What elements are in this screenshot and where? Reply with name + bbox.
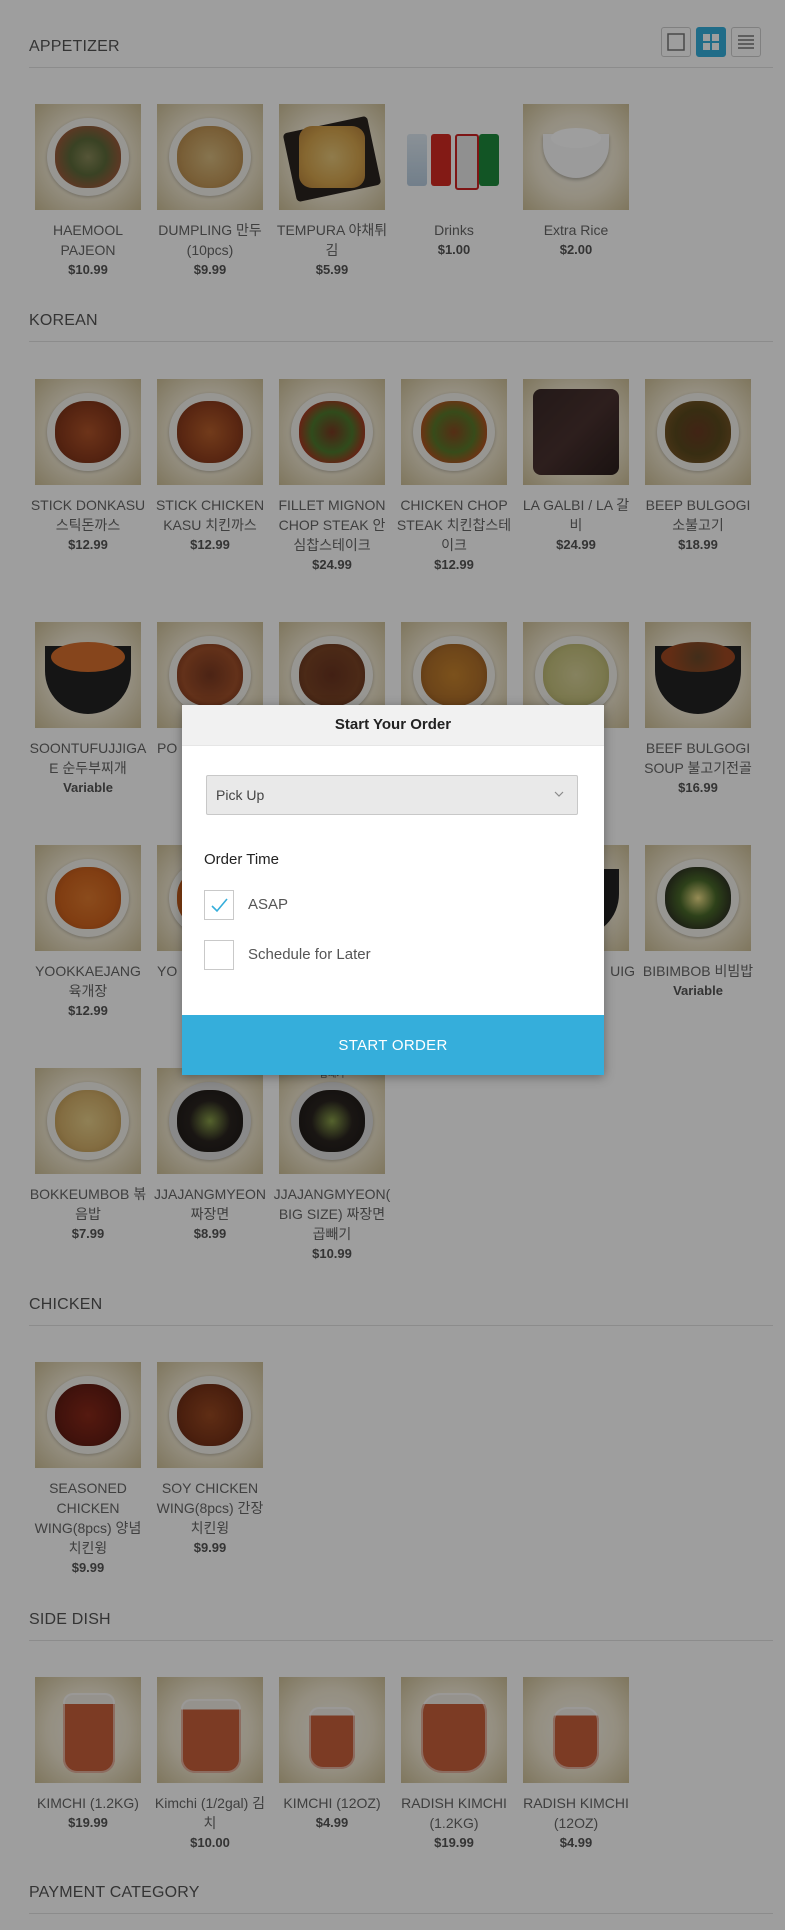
schedule-later-label: Schedule for Later	[248, 946, 371, 963]
order-type-value: Pick Up	[216, 787, 265, 803]
modal-title: Start Your Order	[182, 705, 604, 746]
chevron-down-icon	[554, 791, 564, 797]
asap-label: ASAP	[248, 896, 289, 913]
checkmark-icon	[211, 898, 228, 913]
start-order-modal: Start Your Order Pick Up Order Time ASAP…	[182, 705, 604, 1075]
asap-checkbox[interactable]	[204, 890, 234, 920]
schedule-later-checkbox[interactable]	[204, 940, 234, 970]
order-type-select[interactable]: Pick Up	[206, 775, 578, 815]
order-time-label: Order Time	[204, 851, 280, 868]
start-order-button[interactable]: START ORDER	[182, 1015, 604, 1075]
